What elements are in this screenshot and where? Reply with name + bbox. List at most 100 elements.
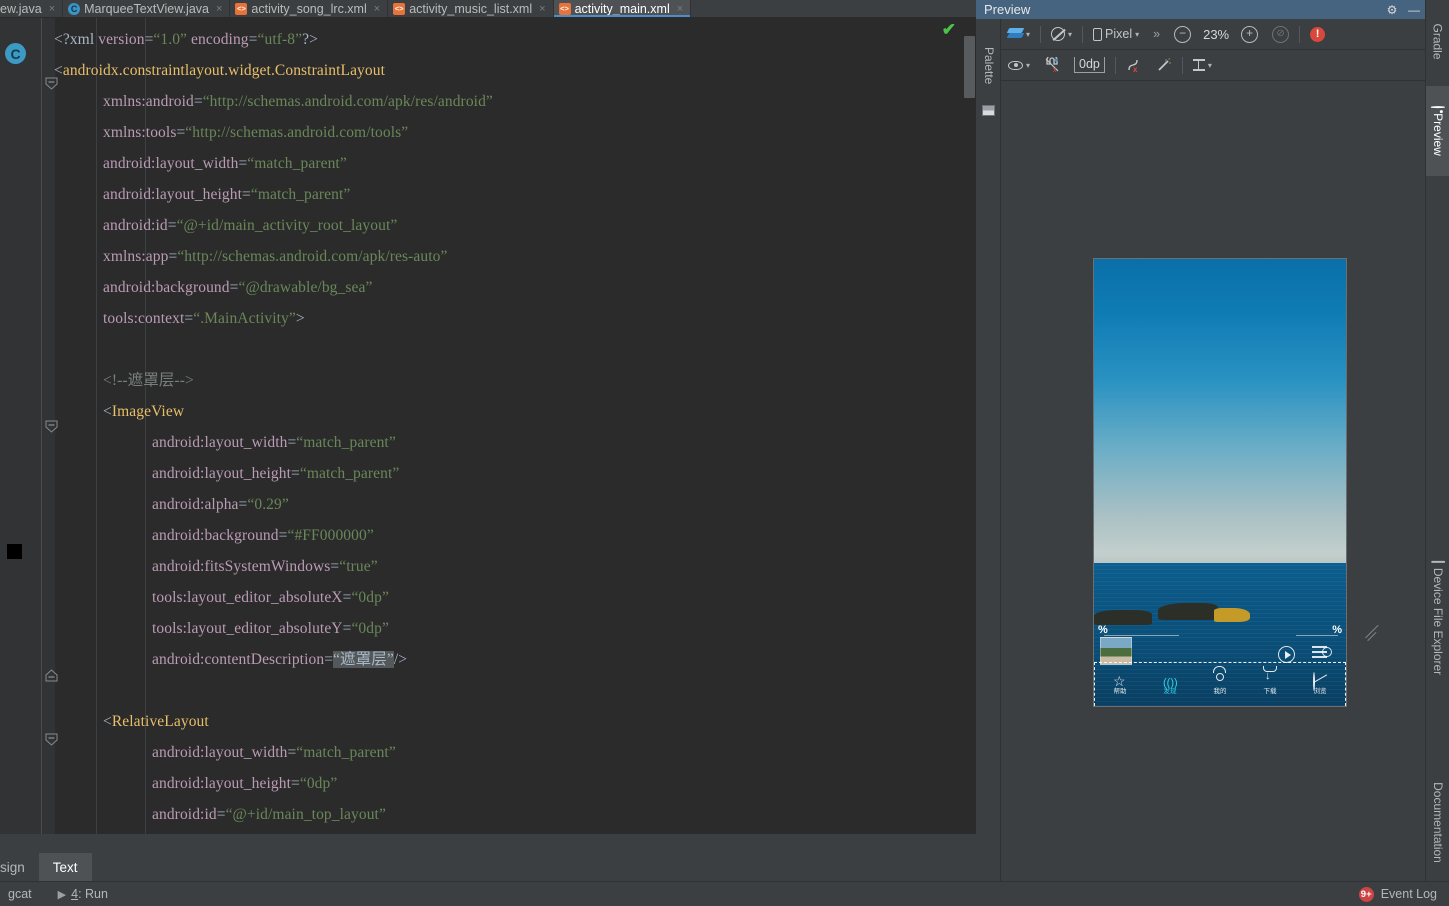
play-button-icon[interactable] (1278, 645, 1295, 663)
editor-scrollbar-thumb[interactable] (964, 36, 975, 98)
code-line: android:id=“@+id/main_top_layout” (54, 799, 976, 830)
close-icon[interactable]: × (49, 3, 55, 15)
zoom-fit-button[interactable]: ⊘ (1265, 19, 1296, 49)
code-token-str: “0dp” (351, 620, 389, 637)
editor-scrollbar[interactable] (963, 18, 976, 845)
orientation-icon (1051, 27, 1066, 41)
nav-item-download[interactable]: 下载 (1245, 673, 1295, 696)
rail-button-documentation[interactable]: Documentation (1426, 760, 1449, 880)
editor-tab-label: ew.java (0, 1, 42, 16)
editor-mode-tab-sign[interactable]: sign (0, 853, 39, 881)
code-text[interactable]: <?xml version=“1.0” encoding=“utf-8”?> <a… (54, 18, 976, 830)
code-line: android:layout_width=“match_parent” (54, 737, 976, 768)
baseline-icon (1192, 59, 1205, 71)
toolbar-overflow-button[interactable]: » (1146, 19, 1167, 49)
visibility-dropdown[interactable]: ▾ (1001, 50, 1037, 80)
chevron-down-icon: ▾ (1026, 60, 1031, 70)
editor-mode-tab-label: sign (0, 859, 25, 875)
rail-button-content: Documentation (1431, 777, 1445, 863)
close-icon[interactable]: × (677, 3, 683, 15)
nav-item-browse[interactable]: 浏览 (1295, 672, 1345, 696)
infer-constraints-button[interactable] (1149, 50, 1179, 80)
rail-button-content: Device File Explorer (1431, 560, 1445, 675)
clear-constraints-button[interactable]: x (1119, 50, 1149, 80)
issues-button[interactable]: ! (1303, 19, 1332, 49)
code-line: android:fitsSystemWindows=“true” (54, 551, 976, 582)
editor-tab-activity-song-lrc-xml[interactable]: <> activity_song_lrc.xml × (230, 0, 389, 17)
editor-mode-tab-text[interactable]: Text (38, 853, 92, 881)
code-token-punc: = (291, 775, 300, 792)
nav-item-label: 发现 (1163, 688, 1177, 696)
code-token-punc: = (216, 806, 226, 823)
logcat-label: gcat (8, 887, 32, 901)
code-editor[interactable]: C <?xml version=“1.0” encoding=“utf-8”?>… (0, 18, 976, 845)
playlist-icon[interactable] (1312, 643, 1332, 661)
error-icon: ! (1310, 26, 1326, 42)
code-token-str: “match_parent” (296, 434, 396, 451)
baseline-dropdown[interactable]: ▾ (1186, 50, 1219, 80)
code-line: <RelativeLayout (54, 706, 976, 737)
nav-item-wave[interactable]: (()) 发现 (1145, 673, 1195, 696)
nav-item-star[interactable]: ☆ 帮助 (1095, 673, 1145, 696)
code-token-attr: android:background (103, 279, 230, 296)
orientation-dropdown[interactable]: ▾ (1044, 19, 1079, 49)
event-log-button[interactable]: 9+ Event Log (1358, 886, 1449, 902)
inspection-ok-icon[interactable]: ✔ (942, 20, 956, 40)
palette-rail[interactable]: Palette (976, 19, 1001, 881)
preview-panel-header: Preview ⚙ — (976, 0, 1425, 19)
editor-tab-activity-music-list-xml[interactable]: <> activity_music_list.xml × (388, 0, 554, 17)
nav-item-user[interactable]: 我的 (1195, 673, 1245, 696)
editor-gutter[interactable] (0, 18, 42, 845)
code-token-str: “#FF000000” (287, 527, 374, 544)
editor-tab-ew-java[interactable]: ew.java × (0, 0, 64, 17)
run-button[interactable]: ▶ 4: Run (40, 887, 116, 901)
code-token-punc: = (287, 744, 297, 761)
code-token-tagname: ImageView (111, 403, 185, 420)
design-canvas[interactable]: % % ☆ 帮助(()) 发现 我的 下载 浏览 (1001, 81, 1425, 881)
editor-tab-activity-main-xml[interactable]: <> activity_main.xml × (553, 0, 692, 17)
editor-horizontal-scrollbar[interactable] (0, 834, 976, 845)
default-margin-field[interactable]: 0dp (1067, 50, 1112, 80)
minimize-icon[interactable]: — (1403, 3, 1425, 17)
close-icon[interactable]: × (539, 3, 545, 15)
color-preview-swatch[interactable] (7, 544, 22, 559)
palette-label[interactable]: Palette (982, 47, 996, 117)
device-screen-preview[interactable]: % % ☆ 帮助(()) 发现 我的 下载 浏览 (1093, 258, 1347, 707)
close-icon[interactable]: × (216, 3, 222, 15)
device-dropdown[interactable]: Pixel ▾ (1086, 19, 1146, 49)
layers-dropdown[interactable]: ▾ (1001, 19, 1037, 49)
rail-button-preview[interactable]: Preview (1426, 86, 1449, 176)
code-line: <!--遮罩层--> (54, 365, 976, 396)
code-token-punc: = (287, 434, 297, 451)
autoconnect-button[interactable]: x (1037, 50, 1067, 80)
code-token-str: “0dp” (299, 775, 338, 792)
preview-eye-icon (1431, 106, 1445, 109)
album-thumbnail[interactable] (1100, 636, 1132, 665)
editor-tab-label: MarqueeTextView.java (84, 1, 209, 16)
code-token-str: “@+id/main_top_layout” (225, 806, 386, 823)
editor-mode-tab-label: Text (52, 859, 78, 875)
editor-tab-marqueetextview-java[interactable]: C MarqueeTextView.java × (63, 0, 231, 17)
rail-button-content: Gradle (1431, 18, 1445, 59)
canvas-resize-handle[interactable] (1361, 622, 1381, 642)
code-token-str: “http://schemas.android.com/apk/res-auto… (177, 248, 448, 265)
download-icon (1263, 673, 1277, 687)
zoom-in-button[interactable]: + (1234, 19, 1265, 49)
class-marker-icon[interactable]: C (5, 43, 26, 64)
status-bar: gcat ▶ 4: Run 9+ Event Log (0, 881, 1449, 906)
code-line: android:layout_width=“match_parent” (54, 148, 976, 179)
code-token-attr: android:contentDescription (152, 651, 325, 668)
code-token-attr: android:id (103, 217, 168, 234)
code-line: <androidx.constraintlayout.widget.Constr… (54, 55, 976, 86)
rail-button-device-file-explorer[interactable]: Device File Explorer (1426, 548, 1449, 688)
logcat-button[interactable]: gcat (0, 887, 40, 901)
code-token-attr: android:layout_height (152, 775, 291, 792)
rail-button-gradle[interactable]: Gradle (1426, 0, 1449, 78)
rock-shape (1094, 609, 1152, 625)
gear-icon[interactable]: ⚙ (1381, 3, 1403, 17)
code-token-str: “match_parent” (299, 465, 400, 482)
close-icon[interactable]: × (374, 3, 380, 15)
code-token-str: “match_parent” (247, 155, 347, 172)
clear-constraints-icon: x (1128, 59, 1138, 73)
zoom-out-button[interactable]: − (1167, 19, 1198, 49)
